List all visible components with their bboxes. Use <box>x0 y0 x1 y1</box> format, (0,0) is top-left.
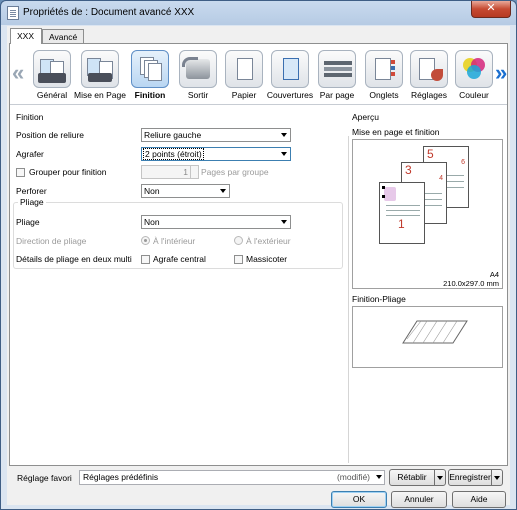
settings-icon <box>410 50 448 88</box>
chevron-down-icon <box>279 217 289 227</box>
perforer-select[interactable]: Non <box>141 184 230 198</box>
massicoter-label: Massicoter <box>246 254 288 264</box>
pliage-label: Pliage <box>16 217 40 227</box>
output-icon <box>179 50 217 88</box>
retablir-button[interactable]: Rétablir <box>389 469 446 486</box>
ribbon-onglets[interactable]: Onglets <box>362 50 406 102</box>
agrafe-central-checkbox[interactable] <box>141 255 150 264</box>
pliage-value: Non <box>144 217 160 227</box>
chevron-down-icon[interactable] <box>491 470 502 485</box>
enregistrer-button[interactable]: Enregistrer <box>448 469 503 486</box>
grouper-label: Grouper pour finition <box>29 167 107 177</box>
mise-en-page-finition-label: Mise en page et finition <box>352 127 440 137</box>
paper-dims-label: 210.0x297.0 mm <box>443 279 499 288</box>
tab-page: « Général Mise en Page Finition Sortir P… <box>9 43 508 466</box>
position-reliure-label: Position de reliure <box>16 130 85 140</box>
spinner-arrows-icon <box>190 166 198 178</box>
agrafe-central-label: Agrafe central <box>153 254 206 264</box>
ribbon-right-arrow[interactable]: » <box>495 60 507 86</box>
paper-size-label: A4 <box>489 270 499 279</box>
layout-icon <box>81 50 119 88</box>
ribbon-reglages[interactable]: Réglages <box>407 50 451 102</box>
flower-icon <box>384 187 396 201</box>
finition-pliage-label: Finition-Pliage <box>352 294 406 304</box>
document-icon <box>7 6 19 20</box>
interieur-radio[interactable] <box>141 236 150 245</box>
enregistrer-label: Enregistrer <box>449 472 491 482</box>
ribbon-sortir[interactable]: Sortir <box>176 50 220 102</box>
annuler-button[interactable]: Annuler <box>391 491 447 508</box>
apercu-label: Aperçu <box>352 112 379 122</box>
pages-par-groupe-value: 1 <box>183 167 188 177</box>
paper-icon <box>225 50 263 88</box>
ribbon-par-page[interactable]: Par page <box>315 50 359 102</box>
ribbon-general[interactable]: Général <box>30 50 74 102</box>
agrafer-select[interactable]: 2 points (étroit) <box>141 147 291 161</box>
ribbon-left-arrow[interactable]: « <box>12 60 24 86</box>
preview-layout: 5 6 3 4 1 A4 210.0x297.0 mm <box>352 139 503 289</box>
title-bar: Propriétés de : Document avancé XXX ✕ <box>1 1 516 25</box>
reglage-favori-value: Réglages prédéfinis <box>83 472 159 482</box>
close-button[interactable]: ✕ <box>471 1 511 18</box>
finition-group-label: Finition <box>16 112 44 122</box>
exterieur-label: À l'extérieur <box>246 236 291 246</box>
pages-par-groupe-spinner[interactable]: 1 <box>141 165 199 179</box>
page-number: 1 <box>398 217 405 231</box>
page-number-small: 6 <box>461 159 465 166</box>
ribbon: « Général Mise en Page Finition Sortir P… <box>10 44 507 104</box>
dialog-client: XXX Avancé « Général Mise en Page Finiti… <box>7 26 510 508</box>
finishing-icon <box>131 50 169 88</box>
position-reliure-select[interactable]: Reliure gauche <box>141 128 291 142</box>
preview-page-1: 1 <box>379 182 425 244</box>
modified-label: (modifié) <box>336 472 370 482</box>
chevron-down-icon[interactable] <box>434 470 445 485</box>
agrafer-value: 2 points (étroit) <box>143 148 204 160</box>
covers-icon <box>271 50 309 88</box>
color-icon <box>455 50 493 88</box>
reglage-favori-label: Réglage favori <box>17 473 72 483</box>
tabs-icon <box>365 50 403 88</box>
interieur-label: À l'intérieur <box>153 236 196 246</box>
pliage-select[interactable]: Non <box>141 215 291 229</box>
direction-pliage-label: Direction de pliage <box>16 236 87 246</box>
massicoter-checkbox[interactable] <box>234 255 243 264</box>
details-pliage-label: Détails de pliage en deux multi <box>16 254 132 264</box>
ribbon-couleur[interactable]: Couleur <box>452 50 496 102</box>
ribbon-divider <box>10 104 507 105</box>
chevron-down-icon <box>279 130 289 140</box>
ribbon-papier[interactable]: Papier <box>222 50 266 102</box>
ribbon-mise-en-page[interactable]: Mise en Page <box>74 50 126 102</box>
perforer-label: Perforer <box>16 186 47 196</box>
per-page-icon <box>318 50 356 88</box>
pliage-group-label: Pliage <box>18 197 46 207</box>
page-number: 3 <box>405 163 412 177</box>
general-icon <box>33 50 71 88</box>
ribbon-label: Mise en Page <box>74 90 126 100</box>
retablir-label: Rétablir <box>397 472 427 482</box>
pages-par-groupe-label: Pages par groupe <box>201 167 269 177</box>
tab-xxx[interactable]: XXX <box>10 28 42 44</box>
ok-button[interactable]: OK <box>331 491 387 508</box>
ribbon-finition[interactable]: Finition <box>128 50 172 102</box>
fold-diagram-icon <box>402 320 468 344</box>
preview-fold <box>352 306 503 368</box>
reglage-favori-combo[interactable]: Réglages prédéfinis (modifié) <box>79 470 385 485</box>
agrafer-label: Agrafer <box>16 149 44 159</box>
chevron-down-icon <box>218 186 228 196</box>
vertical-separator <box>348 136 349 463</box>
aide-button[interactable]: Aide <box>452 491 506 508</box>
chevron-down-icon <box>376 475 382 479</box>
page-number: 5 <box>427 147 434 161</box>
chevron-down-icon <box>279 149 289 159</box>
page-number-small: 4 <box>439 175 443 182</box>
ribbon-label: Couleur <box>459 90 489 100</box>
exterieur-radio[interactable] <box>234 236 243 245</box>
window-title: Propriétés de : Document avancé XXX <box>23 7 195 18</box>
grouper-checkbox[interactable] <box>16 168 25 177</box>
ribbon-couvertures[interactable]: Couvertures <box>267 50 313 102</box>
properties-dialog: Propriétés de : Document avancé XXX ✕ XX… <box>0 0 517 510</box>
tab-avance[interactable]: Avancé <box>42 29 84 43</box>
position-reliure-value: Reliure gauche <box>144 130 202 140</box>
perforer-value: Non <box>144 186 160 196</box>
